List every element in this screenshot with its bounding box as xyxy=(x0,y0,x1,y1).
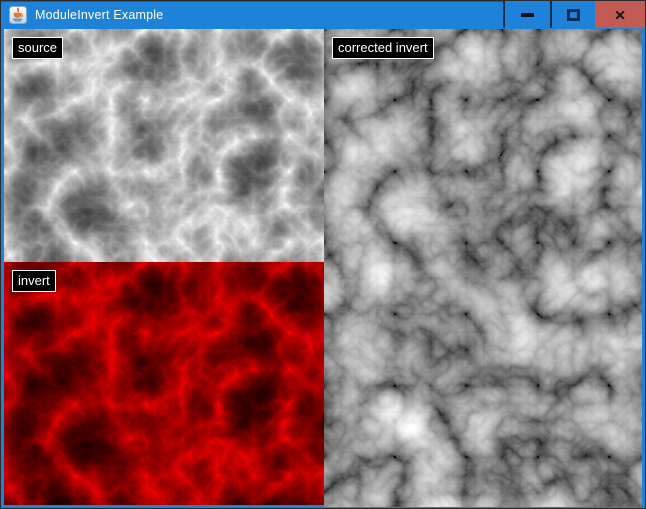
invert-noise-image xyxy=(4,262,324,505)
panel-invert: invert xyxy=(4,262,324,505)
minimize-button[interactable] xyxy=(503,1,550,28)
close-icon: ✕ xyxy=(614,8,626,21)
corrected-invert-noise-image xyxy=(324,29,642,507)
java-coffee-cup-icon xyxy=(9,6,27,24)
invert-label: invert xyxy=(12,270,56,292)
render-area: source invert xyxy=(2,29,644,507)
maximize-button[interactable] xyxy=(550,1,595,28)
source-noise-image xyxy=(4,29,324,262)
titlebar-left: ModuleInvert Example xyxy=(1,1,503,28)
maximize-icon xyxy=(567,9,580,21)
panel-corrected-invert: corrected invert xyxy=(324,29,642,507)
panel-source: source xyxy=(4,29,324,262)
close-button[interactable]: ✕ xyxy=(595,1,645,28)
titlebar[interactable]: ModuleInvert Example ✕ xyxy=(1,1,645,28)
app-window: ModuleInvert Example ✕ xyxy=(0,0,646,509)
corrected-invert-label: corrected invert xyxy=(332,37,434,59)
left-column: source invert xyxy=(4,29,324,505)
minimize-icon xyxy=(521,13,534,17)
window-title: ModuleInvert Example xyxy=(35,8,163,22)
window-controls: ✕ xyxy=(503,1,645,28)
source-label: source xyxy=(12,37,63,59)
